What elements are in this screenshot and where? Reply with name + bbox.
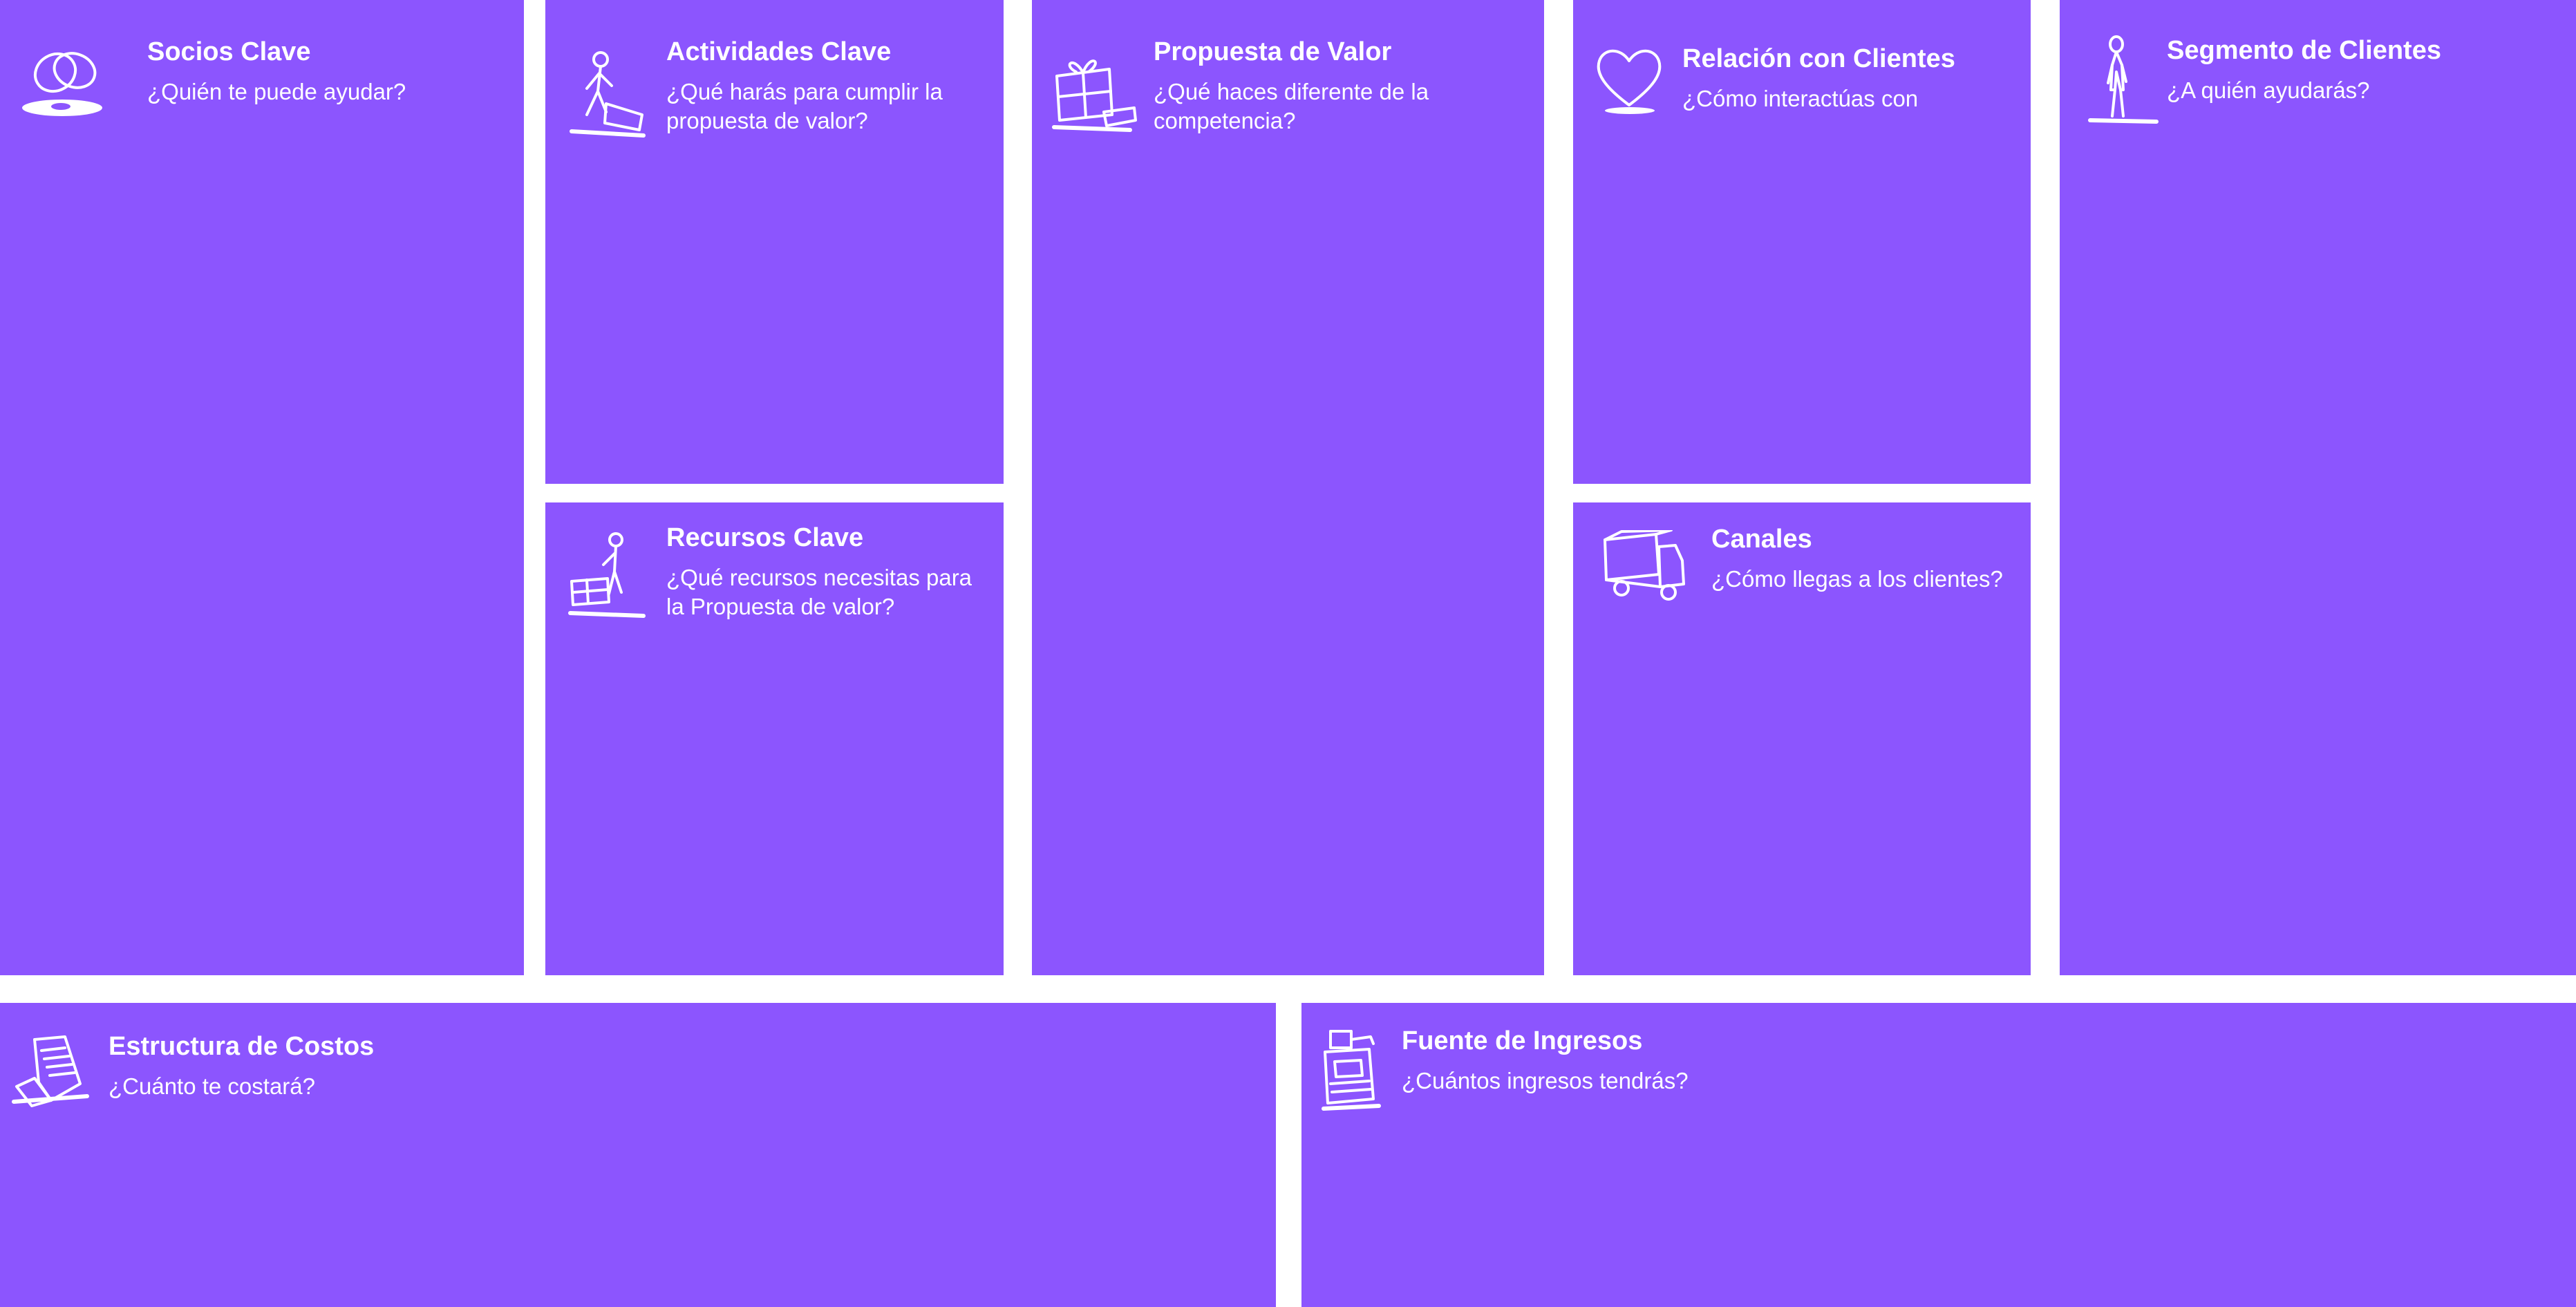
block-actividades-clave[interactable]: Actividades Clave ¿Qué harás para cumpli… [545,0,1004,484]
block-title: Socios Clave [147,37,311,66]
block-socios-clave[interactable]: Socios Clave ¿Quién te puede ayudar? [0,0,524,975]
block-title: Propuesta de Valor [1154,37,1392,66]
worker-pushing-icon [566,48,649,142]
person-standing-icon [2087,35,2163,128]
block-propuesta-de-valor[interactable]: Propuesta de Valor ¿Qué haces diferente … [1032,0,1544,975]
block-title: Recursos Clave [666,523,864,552]
block-title: Fuente de Ingresos [1402,1026,1643,1055]
block-title: Relación con Clientes [1682,44,1955,73]
heart-icon [1591,41,1667,117]
block-title: Actividades Clave [666,37,892,66]
gift-icon [1049,48,1138,135]
cash-register-icon [1321,1027,1383,1113]
block-prompt: ¿Quién te puede ayudar? [147,79,406,104]
block-prompt: ¿Cuántos ingresos tendrás? [1402,1068,1689,1093]
block-title: Canales [1711,525,1812,554]
block-prompt: ¿Cuánto te costará? [109,1073,315,1099]
receipt-icon [11,1034,91,1110]
block-fuente-de-ingresos[interactable]: Fuente de Ingresos ¿Cuántos ingresos ten… [1301,1003,2576,1307]
block-prompt: ¿Cómo interactúas con [1682,86,1919,111]
block-recursos-clave[interactable]: Recursos Clave ¿Qué recursos necesitas p… [545,502,1004,975]
block-title: Segmento de Clientes [2167,36,2441,65]
block-title: Estructura de Costos [109,1032,375,1061]
rings-icon [19,35,109,124]
block-relacion-con-clientes[interactable]: Relación con Clientes ¿Cómo interactúas … [1573,0,2031,484]
block-canales[interactable]: Canales ¿Cómo llegas a los clientes? [1573,502,2031,975]
block-prompt: ¿A quién ayudarás? [2167,77,2370,103]
worker-with-boxes-icon [566,530,649,623]
block-prompt: ¿Qué harás para cumplir la propuesta de … [666,79,943,133]
block-segmento-de-clientes[interactable]: Segmento de Clientes ¿A quién ayudarás? [2060,0,2576,975]
truck-icon [1601,530,1687,603]
block-prompt: ¿Cómo llegas a los clientes? [1711,566,2003,592]
block-prompt: ¿Qué recursos necesitas para la Propuest… [666,565,972,619]
block-estructura-de-costos[interactable]: Estructura de Costos ¿Cuánto te costará? [0,1003,1276,1307]
block-prompt: ¿Qué haces diferente de la competencia? [1154,79,1429,133]
